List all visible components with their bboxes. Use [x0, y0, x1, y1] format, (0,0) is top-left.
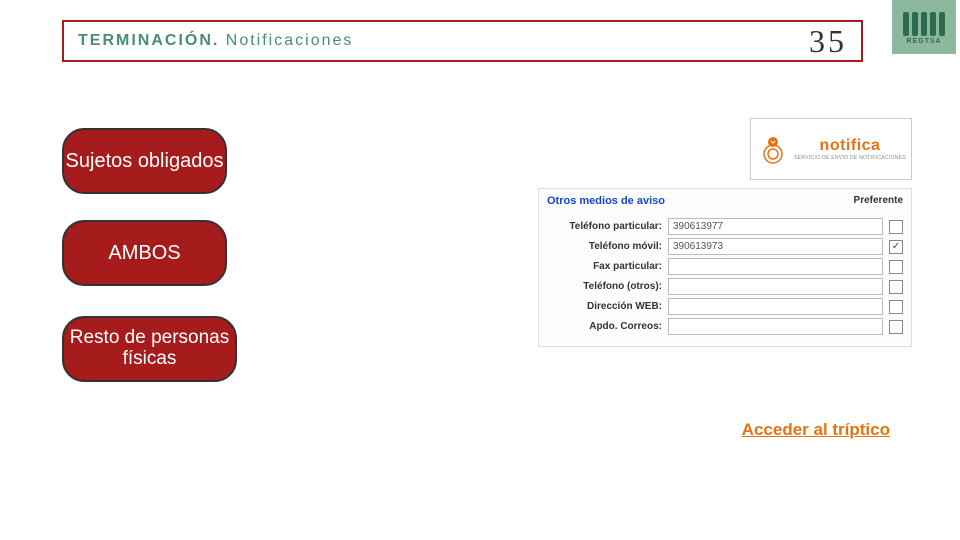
preferente-checkbox[interactable]: [889, 280, 903, 294]
form-row: Teléfono móvil: 390613973 ✓: [547, 238, 903, 255]
form-otros-medios: Otros medios de aviso Preferente Teléfon…: [538, 188, 912, 347]
form-input[interactable]: [668, 258, 883, 275]
arrow-text-aviso: aviso: [249, 228, 342, 279]
notifica-logo: notifica SERVICIO DE ENVÍO DE NOTIFICACI…: [750, 118, 912, 180]
preferente-checkbox[interactable]: [889, 300, 903, 314]
slide-number: 35: [809, 23, 847, 60]
link-acceder-triptico[interactable]: Acceder al tríptico: [742, 420, 890, 440]
form-label: Dirección WEB:: [547, 301, 662, 312]
form-input[interactable]: [668, 278, 883, 295]
form-row: Teléfono (otros):: [547, 278, 903, 295]
form-input[interactable]: 390613977: [668, 218, 883, 235]
preferente-checkbox[interactable]: ✓: [889, 240, 903, 254]
pill-sujetos-obligados: Sujetos obligados: [62, 128, 227, 194]
preferente-checkbox[interactable]: [889, 220, 903, 234]
pill-ambos: AMBOS: [62, 220, 227, 286]
org-logo: REGTSA: [892, 0, 956, 54]
form-label: Teléfono particular:: [547, 221, 662, 232]
notifica-text: notifica SERVICIO DE ENVÍO DE NOTIFICACI…: [794, 137, 906, 161]
row-sujetos-obligados: Sujetos obligados Notificación electróni…: [62, 128, 593, 194]
pill-notificacion-electronica: Notificación electrónica: [221, 132, 376, 190]
row-resto-personas: Resto de personas físicas Notificación p…: [62, 315, 481, 383]
pill-resto-personas: Resto de personas físicas: [62, 316, 237, 382]
logo-bars-icon: [903, 12, 945, 36]
arrow-band-3: Notificación papel Puesta a disposición-…: [231, 315, 481, 383]
form-preferente-header: Preferente: [854, 195, 903, 206]
arrow-band-2: aviso: [221, 223, 501, 283]
form-row: Dirección WEB:: [547, 298, 903, 315]
arrow-text-papel-l2: Puesta a disposición-e: [259, 349, 450, 371]
header-title-light: Notificaciones: [226, 32, 354, 49]
row-ambos: AMBOS aviso: [62, 220, 501, 286]
preferente-checkbox[interactable]: [889, 320, 903, 334]
header-title: TERMINACIÓN. Notificaciones: [78, 32, 353, 50]
notifica-tagline: SERVICIO DE ENVÍO DE NOTIFICACIONES: [794, 155, 906, 161]
form-input[interactable]: 390613973: [668, 238, 883, 255]
form-row: Fax particular:: [547, 258, 903, 275]
header-title-strong: TERMINACIÓN.: [78, 32, 219, 49]
form-input[interactable]: [668, 298, 883, 315]
header-box: TERMINACIÓN. Notificaciones 35: [62, 20, 863, 62]
form-row: Teléfono particular: 390613977: [547, 218, 903, 235]
form-label: Fax particular:: [547, 261, 662, 272]
form-label: Apdo. Correos:: [547, 321, 662, 332]
notifica-name: notifica: [820, 137, 881, 155]
arrow-text-papel-l1: Notificación papel: [259, 327, 450, 349]
arrow-text-papel: Notificación papel Puesta a disposición-…: [259, 327, 450, 371]
org-logo-text: REGTSA: [906, 38, 941, 45]
form-label: Teléfono (otros):: [547, 281, 662, 292]
form-label: Teléfono móvil:: [547, 241, 662, 252]
arrow-band-1: [358, 131, 593, 191]
envelope-icon: [756, 132, 790, 166]
form-input[interactable]: [668, 318, 883, 335]
form-row: Apdo. Correos:: [547, 318, 903, 335]
preferente-checkbox[interactable]: [889, 260, 903, 274]
